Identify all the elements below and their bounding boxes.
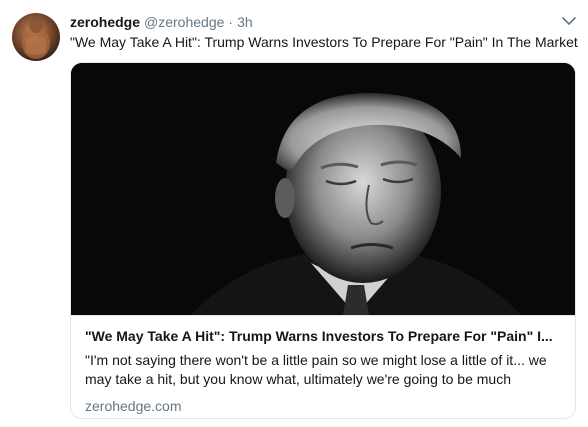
card-description: "I'm not saying there won't be a little …	[85, 352, 547, 387]
tweet-text: "We May Take A Hit": Trump Warns Investo…	[70, 34, 578, 50]
card-domain[interactable]: zerohedge.com	[85, 397, 561, 415]
header-separator: ·	[228, 14, 234, 30]
portrait-photo	[71, 63, 575, 315]
card-body[interactable]: "We May Take A Hit": Trump Warns Investo…	[71, 315, 575, 418]
author-name[interactable]: zerohedge	[70, 12, 140, 32]
tweet-timestamp[interactable]: 3h	[237, 12, 253, 32]
card-title[interactable]: "We May Take A Hit": Trump Warns Investo…	[85, 326, 561, 346]
tweet-header: zerohedge @zerohedge · 3h	[70, 12, 576, 32]
avatar[interactable]	[12, 13, 60, 61]
card-image[interactable]	[71, 63, 575, 315]
link-card[interactable]: "We May Take A Hit": Trump Warns Investo…	[70, 62, 576, 419]
author-handle[interactable]: @zerohedge	[144, 12, 224, 32]
avatar-image	[22, 17, 50, 59]
chevron-down-icon[interactable]	[562, 16, 576, 26]
tweet[interactable]: zerohedge @zerohedge · 3h "We May Take A…	[0, 0, 588, 427]
